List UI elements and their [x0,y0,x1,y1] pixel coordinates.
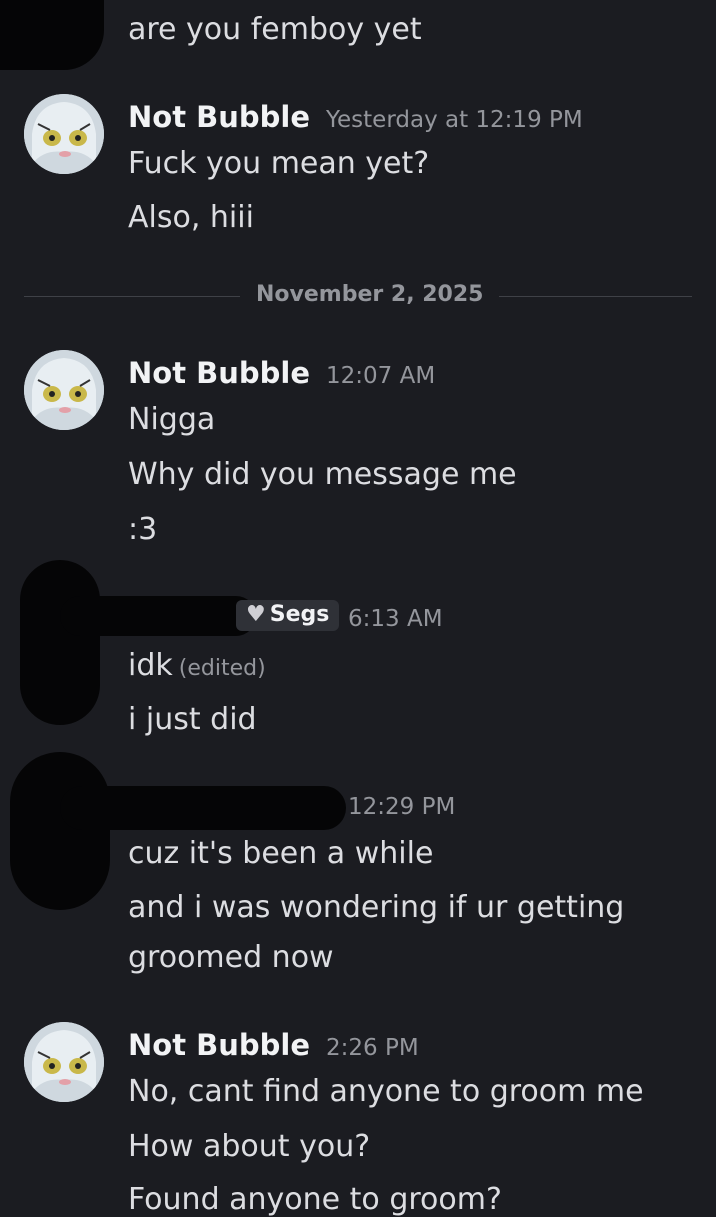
message-text: :3 [128,512,158,547]
message-text: cuz it's been a while [128,836,434,871]
message-text: No, cant find anyone to groom me [128,1074,644,1109]
message-text: Why did you message me [128,457,517,492]
redacted-avatar [10,752,110,910]
timestamp: Yesterday at 12:19 PM [326,107,583,133]
date-divider-label: November 2, 2025 [240,282,500,307]
redacted-avatar [0,0,104,70]
role-badge-label: Segs [269,602,330,627]
message-text: and i was wondering if ur getting [128,890,625,925]
timestamp: 2:26 PM [326,1035,419,1061]
timestamp: 12:29 PM [348,794,456,820]
message-text: i just did [128,702,257,737]
redacted-username [60,596,256,636]
message-text: are you femboy yet [128,12,422,47]
timestamp: 6:13 AM [348,606,443,632]
username[interactable]: Not Bubble [128,1028,310,1062]
message-text: How about you? [128,1129,371,1164]
message-text: Found anyone to groom? [128,1182,502,1217]
anime-avatar-icon [24,94,104,174]
redacted-avatar [20,560,100,725]
avatar[interactable] [24,94,104,174]
message-text: Nigga [128,402,216,437]
anime-avatar-icon [24,1022,104,1102]
avatar[interactable] [24,350,104,430]
message-text: groomed now [128,940,334,975]
edited-label: (edited) [178,656,266,681]
message-text: Also, hiii [128,200,254,235]
heart-icon: ♥ [246,602,266,627]
username[interactable]: Not Bubble [128,100,310,134]
anime-avatar-icon [24,350,104,430]
redacted-username [60,786,346,830]
role-badge: ♥ Segs [236,600,340,631]
avatar[interactable] [24,1022,104,1102]
message-text: idk (edited) [128,648,266,683]
timestamp: 12:07 AM [326,363,436,389]
message-text: Fuck you mean yet? [128,146,430,181]
message-text-content: idk [128,648,173,683]
username[interactable]: Not Bubble [128,356,310,390]
